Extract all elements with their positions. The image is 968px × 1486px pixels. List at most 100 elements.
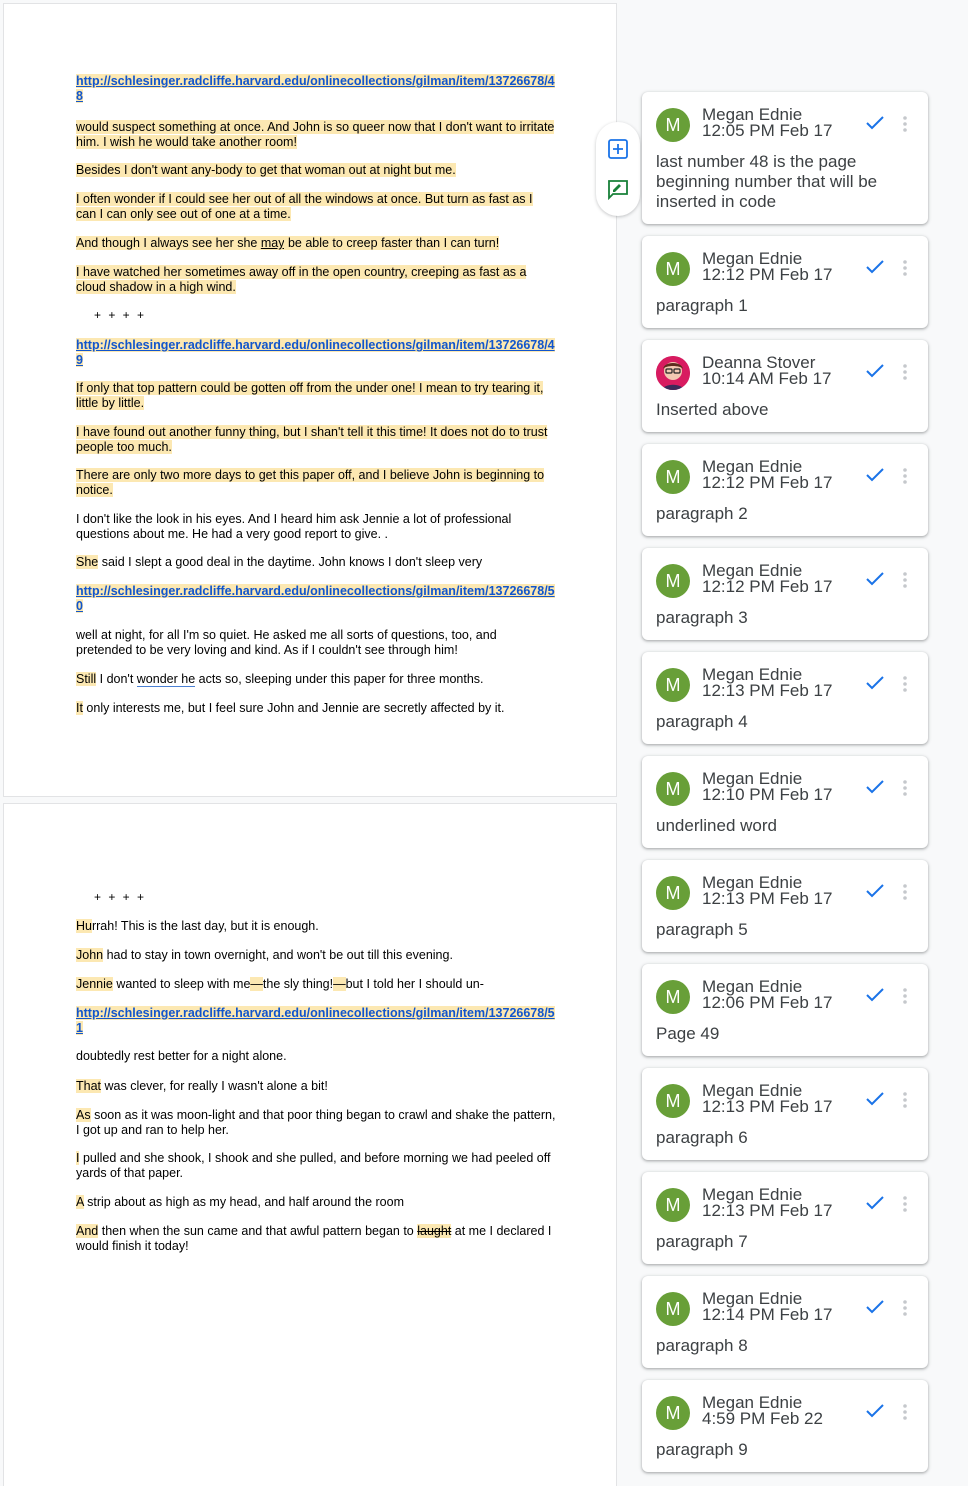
comment-card[interactable]: M Megan Ednie 12:13 PM Feb 17 paragraph 6 <box>642 1068 928 1160</box>
paragraph[interactable]: Hurrah! This is the last day, but it is … <box>76 919 556 934</box>
comment-card[interactable]: Deanna Stover 10:14 AM Feb 17 Inserted abo… <box>642 340 928 432</box>
comment-card[interactable]: M Megan Ednie 12:10 PM Feb 17 underlined wo… <box>642 756 928 848</box>
comment-card[interactable]: M Megan Ednie 12:12 PM Feb 17 paragraph 2 <box>642 444 928 536</box>
comment-text: underlined word <box>656 816 777 835</box>
paragraph[interactable]: It only interests me, but I feel sure Jo… <box>76 701 556 716</box>
check-icon[interactable] <box>864 674 886 692</box>
comment-text: paragraph 7 <box>656 1232 748 1251</box>
comment-card[interactable]: M Megan Ednie 12:13 PM Feb 17 paragraph 4 <box>642 652 928 744</box>
comment-timestamp: 12:13 PM Feb 17 <box>702 681 833 700</box>
check-icon[interactable] <box>864 1402 886 1420</box>
check-icon[interactable] <box>864 1090 886 1108</box>
page-link-48[interactable]: http://schlesinger.radcliffe.harvard.edu… <box>76 74 556 103</box>
comment-card[interactable]: M Megan Ednie 12:13 PM Feb 17 paragraph 5 <box>642 860 928 952</box>
section-break: + + + + <box>94 308 147 322</box>
check-icon[interactable] <box>864 362 886 380</box>
paragraph[interactable]: And then when the sun came and that awfu… <box>76 1224 556 1253</box>
paragraph[interactable]: As soon as it was moon-light and that po… <box>76 1108 556 1137</box>
check-icon[interactable] <box>864 258 886 276</box>
page-link-49[interactable]: http://schlesinger.radcliffe.harvard.edu… <box>76 338 556 367</box>
check-icon[interactable] <box>864 114 886 132</box>
comment-text: last number 48 is the page beginning num… <box>656 152 878 211</box>
paragraph[interactable]: A strip about as high as my head, and ha… <box>76 1195 556 1210</box>
comment-card[interactable]: M Megan Ednie 12:06 PM Feb 17 Page 49 <box>642 964 928 1056</box>
more-vert-icon[interactable] <box>900 986 910 1006</box>
paragraph[interactable]: Jennie wanted to sleep with me—the sly t… <box>76 977 556 992</box>
comment-tools <box>596 122 640 216</box>
comment-card[interactable]: M Megan Ednie 4:59 PM Feb 22 paragraph 9 <box>642 1380 928 1472</box>
paragraph[interactable]: Besides I don't want any-body to get tha… <box>76 163 556 178</box>
more-vert-icon[interactable] <box>900 570 910 590</box>
suggest-edit-icon[interactable] <box>607 178 629 201</box>
avatar: M <box>656 108 690 142</box>
check-icon[interactable] <box>864 778 886 796</box>
paragraph[interactable]: I have watched her sometimes away off in… <box>76 265 556 294</box>
avatar: M <box>656 252 690 286</box>
paragraph[interactable]: And though I always see her she may be a… <box>76 236 556 251</box>
more-vert-icon[interactable] <box>900 258 910 278</box>
comment-text: paragraph 5 <box>656 920 748 939</box>
comment-timestamp: 12:12 PM Feb 17 <box>702 577 833 596</box>
paragraph[interactable]: would suspect something at once. And Joh… <box>76 120 556 149</box>
comment-timestamp: 12:12 PM Feb 17 <box>702 473 833 492</box>
more-vert-icon[interactable] <box>900 778 910 798</box>
paragraph[interactable]: She said I slept a good deal in the dayt… <box>76 555 556 570</box>
more-vert-icon[interactable] <box>900 674 910 694</box>
paragraph[interactable]: Still I don't wonder he acts so, sleepin… <box>76 672 556 687</box>
comment-timestamp: 12:14 PM Feb 17 <box>702 1305 833 1324</box>
avatar: M <box>656 1396 690 1430</box>
comment-timestamp: 12:13 PM Feb 17 <box>702 1201 833 1220</box>
more-vert-icon[interactable] <box>900 1298 910 1318</box>
comment-text: Page 49 <box>656 1024 720 1043</box>
paragraph[interactable]: I often wonder if I could see her out of… <box>76 192 556 221</box>
page-link-50[interactable]: http://schlesinger.radcliffe.harvard.edu… <box>76 584 556 613</box>
check-icon[interactable] <box>864 882 886 900</box>
more-vert-icon[interactable] <box>900 362 910 382</box>
link-text[interactable]: http://schlesinger.radcliffe.harvard.edu… <box>76 1006 555 1035</box>
comment-card[interactable]: M Megan Ednie 12:14 PM Feb 17 paragraph 8 <box>642 1276 928 1368</box>
more-vert-icon[interactable] <box>900 1402 910 1422</box>
comment-card[interactable]: M Megan Ednie 12:05 PM Feb 17 last number 4… <box>642 92 928 224</box>
link-text[interactable]: http://schlesinger.radcliffe.harvard.edu… <box>76 338 555 367</box>
link-text[interactable]: http://schlesinger.radcliffe.harvard.edu… <box>76 584 555 613</box>
check-icon[interactable] <box>864 1194 886 1212</box>
avatar: M <box>656 564 690 598</box>
comment-card[interactable]: M Megan Ednie 12:12 PM Feb 17 paragraph 3 <box>642 548 928 640</box>
more-vert-icon[interactable] <box>900 1194 910 1214</box>
comment-card[interactable]: M Megan Ednie 12:12 PM Feb 17 paragraph 1 <box>642 236 928 328</box>
more-vert-icon[interactable] <box>900 1090 910 1110</box>
avatar <box>656 356 690 390</box>
comment-text: paragraph 8 <box>656 1336 748 1355</box>
avatar: M <box>656 980 690 1014</box>
section-break: + + + + <box>94 890 147 904</box>
check-icon[interactable] <box>864 986 886 1004</box>
link-text[interactable]: http://schlesinger.radcliffe.harvard.edu… <box>76 74 555 103</box>
paragraph[interactable]: I don't like the look in his eyes. And I… <box>76 512 556 541</box>
paragraph[interactable]: well at night, for all I'm so quiet. He … <box>76 628 556 657</box>
paragraph[interactable]: If only that top pattern could be gotten… <box>76 381 556 410</box>
avatar: M <box>656 460 690 494</box>
comment-text: paragraph 3 <box>656 608 748 627</box>
paragraph[interactable]: doubtedly rest better for a night alone. <box>76 1049 556 1064</box>
paragraph[interactable]: I pulled and she shook, I shook and she … <box>76 1151 556 1180</box>
more-vert-icon[interactable] <box>900 466 910 486</box>
comment-timestamp: 12:13 PM Feb 17 <box>702 1097 833 1116</box>
paragraph[interactable]: There are only two more days to get this… <box>76 468 556 497</box>
comment-text: paragraph 4 <box>656 712 748 731</box>
page-link-51[interactable]: http://schlesinger.radcliffe.harvard.edu… <box>76 1006 556 1035</box>
document-page-1: http://schlesinger.radcliffe.harvard.edu… <box>4 4 616 796</box>
paragraph[interactable]: John had to stay in town overnight, and … <box>76 948 556 963</box>
more-vert-icon[interactable] <box>900 882 910 902</box>
comment-card[interactable]: M Megan Ednie 12:13 PM Feb 17 paragraph 7 <box>642 1172 928 1264</box>
more-vert-icon[interactable] <box>900 114 910 134</box>
paragraph[interactable]: I have found out another funny thing, bu… <box>76 425 556 454</box>
check-icon[interactable] <box>864 466 886 484</box>
check-icon[interactable] <box>864 1298 886 1316</box>
paragraph[interactable]: That was clever, for really I wasn't alo… <box>76 1079 556 1094</box>
comment-text: paragraph 1 <box>656 296 748 315</box>
check-icon[interactable] <box>864 570 886 588</box>
comment-timestamp: 12:06 PM Feb 17 <box>702 993 833 1012</box>
add-comment-icon[interactable] <box>607 138 629 160</box>
comment-text: paragraph 9 <box>656 1440 748 1459</box>
avatar: M <box>656 1292 690 1326</box>
